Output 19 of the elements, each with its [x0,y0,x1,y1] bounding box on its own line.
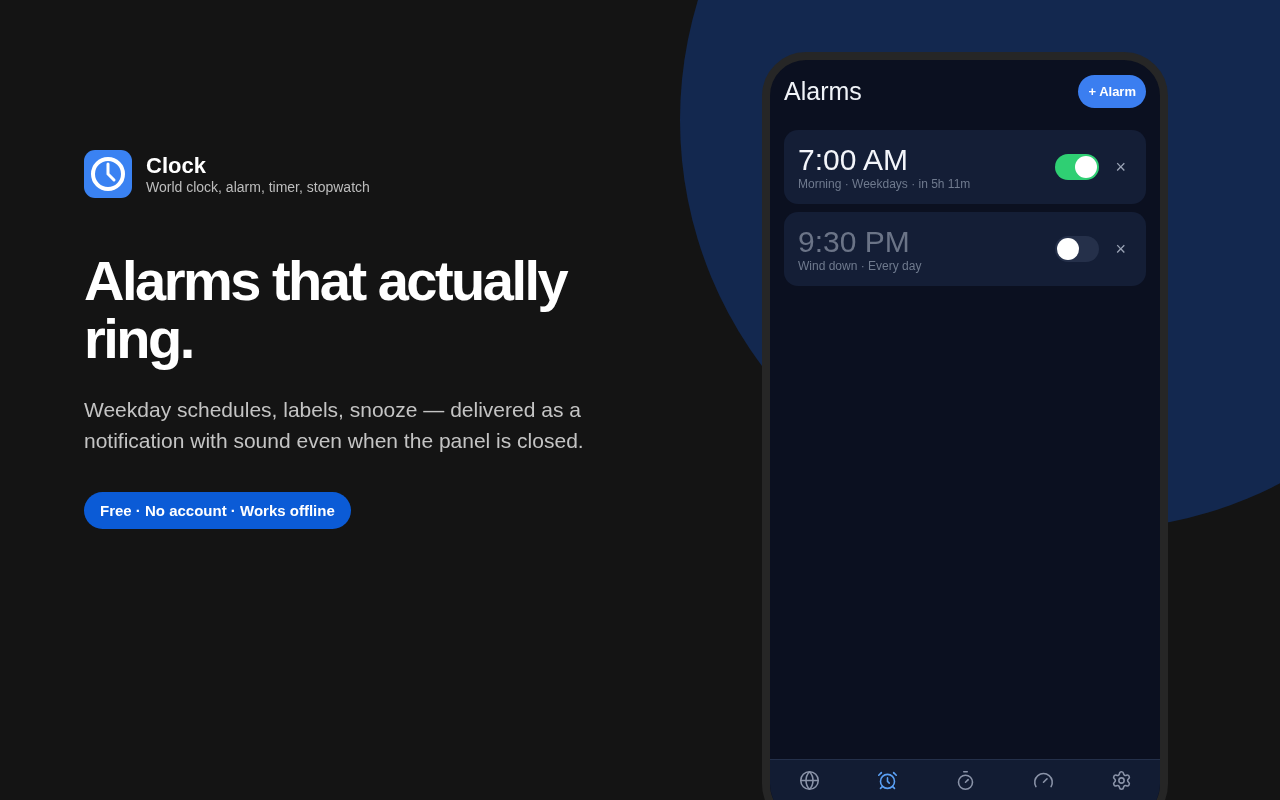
headline: Alarms that actually ring. [84,252,569,368]
settings-icon[interactable] [1110,770,1132,792]
globe-icon[interactable] [798,770,820,792]
alarm-time: 7:00 AM [798,143,910,177]
screen-title: Alarms [784,77,862,106]
alarm-time: 9:30 PM [798,225,911,259]
alarm-details: Morning · Weekdays · in 5h 11m [798,177,972,191]
alarm-toggle[interactable] [1055,154,1100,180]
clock-logo-icon [84,150,132,198]
delete-button[interactable]: × [1115,238,1126,260]
delete-button[interactable]: × [1115,156,1126,178]
description: Weekday schedules, labels, snooze — delivered as a notification with sound even when the panel is closed. [84,397,585,454]
add-alarm-button[interactable]: + Alarm [1078,75,1146,108]
app-name: Clock [146,153,207,179]
alarm-clock-icon[interactable] [876,770,898,792]
feature-pill: Free · No account · Works offline [84,492,351,529]
alarm-details: Wind down · Every day [798,259,923,273]
alarm-toggle[interactable] [1055,236,1100,262]
app-tagline: World clock, alarm, timer, stopwatch [146,179,370,195]
